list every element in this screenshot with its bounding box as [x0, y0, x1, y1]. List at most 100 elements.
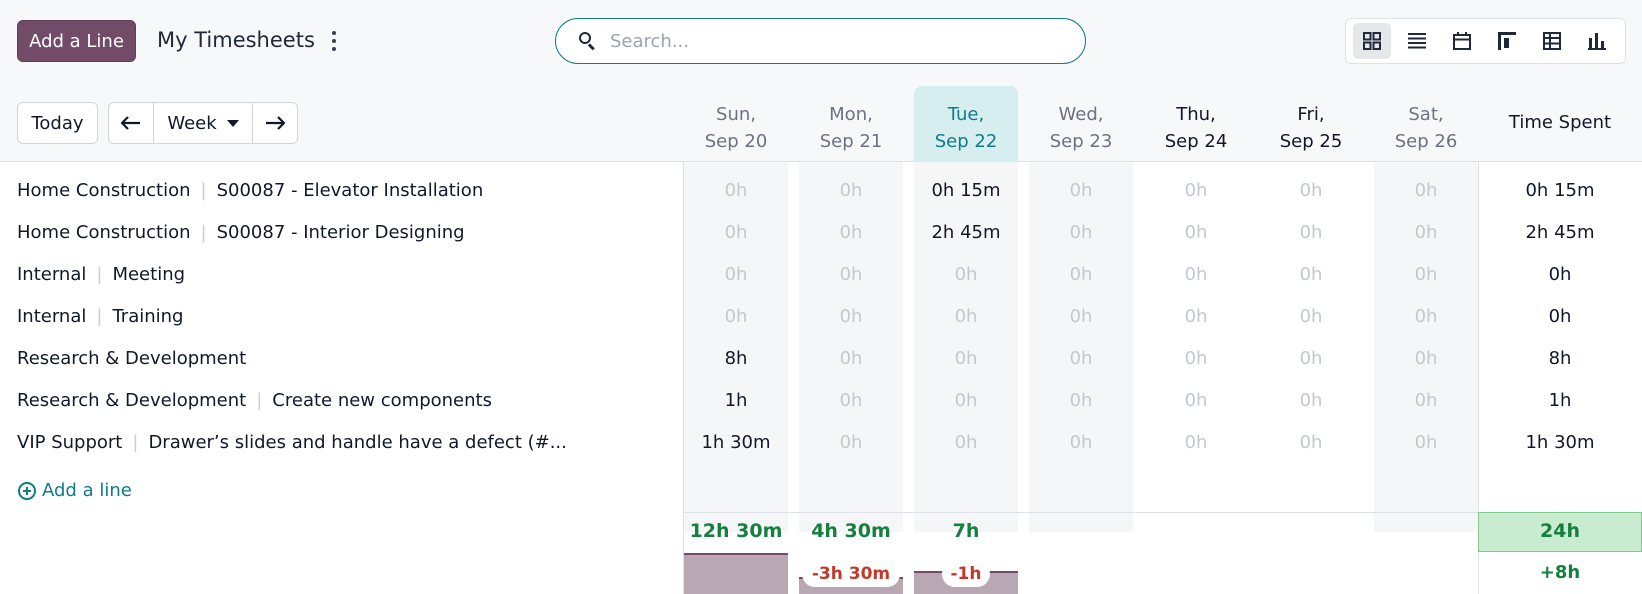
time-cell[interactable]: 0h: [1144, 264, 1248, 285]
grid-view-button[interactable]: [1353, 23, 1391, 59]
row-label[interactable]: Home Construction | S00087 - Interior Desi…: [17, 222, 465, 243]
time-cell[interactable]: 0h: [799, 306, 903, 327]
today-button[interactable]: Today: [18, 103, 97, 143]
previous-button[interactable]: [109, 103, 154, 143]
day-header-thu: Thu, Sep 24: [1164, 104, 1228, 152]
time-cell[interactable]: 0h: [1374, 390, 1478, 411]
time-cell[interactable]: 0h: [684, 180, 788, 201]
today-button-group: Today: [17, 102, 98, 144]
time-cell[interactable]: 0h: [799, 348, 903, 369]
time-cell[interactable]: 0h: [1259, 306, 1363, 327]
time-cell[interactable]: 0h: [1144, 390, 1248, 411]
timesheet-row: Home Construction | S00087 - Elevator Inst…: [0, 171, 1642, 213]
time-cell[interactable]: 2h 45m: [914, 222, 1018, 243]
pivot-view-icon: [1543, 32, 1561, 50]
graph-view-icon: [1588, 33, 1606, 50]
time-cell[interactable]: 1h 30m: [684, 432, 788, 453]
timesheet-row: Research & Development 8h 0h 0h 0h 0h 0h…: [0, 339, 1642, 381]
view-switcher: [1345, 18, 1626, 64]
gantt-view-button[interactable]: [1488, 23, 1526, 59]
search-input[interactable]: [610, 30, 1070, 52]
time-cell[interactable]: 0h: [1374, 306, 1478, 327]
row-label[interactable]: Home Construction | S00087 - Elevator Inst…: [17, 180, 483, 201]
time-cell[interactable]: 0h: [684, 306, 788, 327]
time-cell[interactable]: 1h: [684, 390, 788, 411]
time-cell[interactable]: 0h: [1259, 390, 1363, 411]
time-cell[interactable]: 0h: [1374, 264, 1478, 285]
day-header-tue: Tue, Sep 22: [914, 86, 1018, 162]
time-cell[interactable]: 0h: [1029, 264, 1133, 285]
time-cell[interactable]: 0h: [1029, 180, 1133, 201]
arrow-right-icon: [266, 116, 285, 130]
time-spent-header: Time Spent: [1508, 112, 1612, 133]
period-dropdown[interactable]: Week: [154, 103, 253, 143]
time-cell[interactable]: 0h: [1374, 222, 1478, 243]
sun-hours-bar: [684, 553, 788, 594]
time-cell[interactable]: 0h: [684, 264, 788, 285]
calendar-view-button[interactable]: [1443, 23, 1481, 59]
arrow-left-icon: [121, 116, 140, 130]
time-cell[interactable]: 0h: [914, 264, 1018, 285]
time-cell[interactable]: 0h: [1144, 432, 1248, 453]
time-cell[interactable]: 0h: [1144, 222, 1248, 243]
time-cell[interactable]: 0h 15m: [914, 180, 1018, 201]
day-header-wed: Wed, Sep 23: [1049, 104, 1113, 152]
timesheet-row: Research & Development | Create new compon…: [0, 381, 1642, 423]
more-options-icon[interactable]: [326, 28, 342, 54]
day-header-sat: Sat, Sep 26: [1394, 104, 1458, 152]
row-label[interactable]: Internal | Training: [17, 306, 183, 327]
pivot-view-button[interactable]: [1533, 23, 1571, 59]
time-cell[interactable]: 8h: [684, 348, 788, 369]
timesheet-row: Home Construction | S00087 - Interior Desi…: [0, 213, 1642, 255]
add-a-line-button[interactable]: Add a Line: [17, 20, 136, 62]
time-cell[interactable]: 0h: [1259, 264, 1363, 285]
tue-difference-badge: -1h: [942, 561, 990, 587]
time-cell[interactable]: 0h: [799, 432, 903, 453]
time-cell[interactable]: 0h: [1029, 348, 1133, 369]
time-cell[interactable]: 0h: [914, 390, 1018, 411]
time-cell[interactable]: 0h: [914, 432, 1018, 453]
time-cell[interactable]: 0h: [1029, 222, 1133, 243]
calendar-view-icon: [1453, 32, 1471, 50]
time-cell[interactable]: 0h: [799, 264, 903, 285]
time-cell[interactable]: 0h: [1029, 306, 1133, 327]
search-icon: [578, 31, 598, 51]
time-cell[interactable]: 0h: [914, 348, 1018, 369]
timesheet-row: VIP Support | Drawer’s slides and handle h…: [0, 423, 1642, 465]
mon-difference-badge: -3h 30m: [802, 561, 900, 587]
time-cell[interactable]: 0h: [799, 390, 903, 411]
row-label[interactable]: Research & Development | Create new compon…: [17, 390, 492, 411]
row-total: 8h: [1548, 348, 1572, 369]
time-cell[interactable]: 0h: [1259, 222, 1363, 243]
time-cell[interactable]: 0h: [799, 222, 903, 243]
day-header-mon: Mon, Sep 21: [819, 104, 883, 152]
row-label[interactable]: Research & Development: [17, 348, 246, 369]
time-cell[interactable]: 0h: [1374, 432, 1478, 453]
time-cell[interactable]: 0h: [1029, 432, 1133, 453]
time-cell[interactable]: 0h: [1144, 348, 1248, 369]
time-cell[interactable]: 0h: [1144, 180, 1248, 201]
row-label[interactable]: VIP Support | Drawer’s slides and handle h…: [17, 432, 567, 453]
grid-view-icon: [1363, 32, 1381, 50]
row-total: 0h: [1548, 306, 1572, 327]
time-cell[interactable]: 0h: [1374, 348, 1478, 369]
time-cell[interactable]: 0h: [684, 222, 788, 243]
time-cell[interactable]: 0h: [1259, 432, 1363, 453]
row-total: 1h 30m: [1525, 432, 1595, 453]
time-cell[interactable]: 0h: [1144, 306, 1248, 327]
row-label[interactable]: Internal | Meeting: [17, 264, 185, 285]
time-cell[interactable]: 0h: [1029, 390, 1133, 411]
time-cell[interactable]: 0h: [1259, 180, 1363, 201]
list-view-button[interactable]: [1398, 23, 1436, 59]
time-cell[interactable]: 0h: [1374, 180, 1478, 201]
time-cell[interactable]: 0h: [799, 180, 903, 201]
next-button[interactable]: [253, 103, 297, 143]
add-line-link[interactable]: Add a line: [18, 480, 132, 501]
graph-view-button[interactable]: [1578, 23, 1616, 59]
time-cell[interactable]: 0h: [1259, 348, 1363, 369]
time-cell[interactable]: 0h: [914, 306, 1018, 327]
page-title: My Timesheets: [157, 28, 315, 52]
search-bar[interactable]: [555, 18, 1086, 64]
period-navigation: Week: [108, 102, 298, 144]
day-total-mon: 4h 30m: [811, 520, 891, 542]
